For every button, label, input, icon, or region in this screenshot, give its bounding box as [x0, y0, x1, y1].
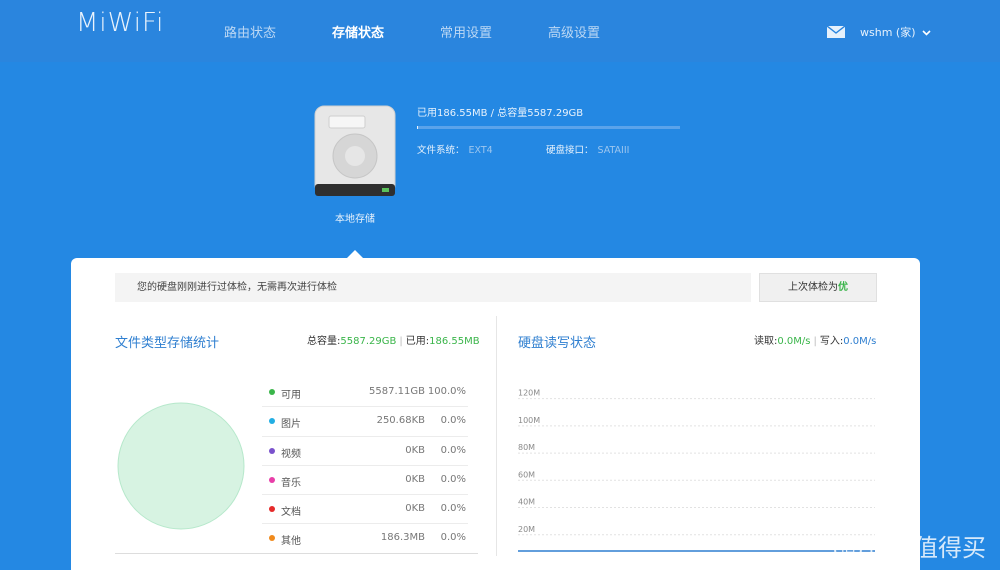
section-divider [115, 553, 478, 554]
rw-speed-chart: 120M 100M 80M 60M 40M 20M [518, 389, 875, 552]
write-speed-label: 写入: [819, 336, 844, 347]
column-divider [496, 316, 497, 556]
user-name: wshm (家) [860, 26, 916, 39]
read-speed-value: 0.0M/s [777, 336, 811, 347]
table-row: 音乐 0KB 0.0% [262, 466, 468, 496]
legend-dot [269, 389, 275, 395]
disk-usage-fill [417, 126, 419, 129]
total-capacity-label: 总容量: [307, 336, 341, 347]
logo[interactable]: MiWiFi [76, 8, 164, 38]
used-capacity-label: 已用: [405, 336, 430, 347]
rw-status-summary: 读取:0.0M/s | 写入:0.0M/s [754, 336, 877, 347]
chevron-down-icon [922, 30, 931, 36]
user-menu[interactable]: wshm (家) [860, 24, 931, 40]
health-check-notice: 您的硬盘刚刚进行过体检，无需再次进行体检 [115, 273, 751, 302]
nav-advanced-settings[interactable]: 高级设置 [548, 22, 600, 41]
file-type-size: 0KB [405, 503, 425, 515]
file-type-size: 186.3MB [380, 532, 425, 544]
y-tick-label: 120M [518, 389, 540, 398]
disk-usage-text: 已用186.55MB / 总容量5587.29GB [417, 108, 584, 119]
file-type-size: 5587.11GB [369, 386, 425, 397]
y-tick-label: 100M [518, 416, 540, 425]
y-tick-label: 60M [518, 470, 535, 479]
file-type-percent: 0.0% [440, 473, 466, 485]
pie-slice-available [117, 402, 245, 530]
file-type-name: 可用 [281, 390, 301, 401]
read-speed-label: 读取: [754, 336, 778, 347]
file-stats-title: 文件类型存储统计 [115, 336, 220, 351]
disk-interface-label: 硬盘接口： [546, 145, 594, 156]
disk-interface-info: 硬盘接口： SATAIII [546, 142, 629, 156]
file-type-table: 可用 5587.11GB 100.0% 图片 250.68KB 0.0% 视频 0KB 0.… [262, 378, 468, 554]
file-type-percent: 0.0% [440, 503, 466, 515]
rw-status-title: 硬盘读写状态 [518, 336, 597, 351]
file-type-percent: 0.0% [440, 444, 466, 456]
legend-dot [269, 535, 275, 542]
file-type-size: 0KB [405, 444, 425, 456]
file-type-name: 图片 [281, 419, 301, 431]
nav-storage-status[interactable]: 存储状态 [332, 22, 384, 41]
top-bar: MiWiFi 路由状态 存储状态 常用设置 高级设置 wshm (家) [0, 0, 1000, 62]
hard-disk-icon [314, 105, 396, 196]
disk-usage-bar [417, 126, 680, 129]
file-type-name: 音乐 [281, 477, 301, 489]
filesystem-value: EXT4 [468, 145, 493, 156]
y-tick-label: 80M [518, 443, 535, 452]
table-row: 文档 0KB 0.0% [262, 495, 468, 525]
file-type-percent: 0.0% [440, 415, 466, 427]
legend-dot [269, 447, 275, 454]
watermark: 值什么值得买 [834, 528, 986, 563]
table-row: 其他 186.3MB 0.0% [262, 524, 468, 553]
storage-card: 您的硬盘刚刚进行过体检，无需再次进行体检 上次体检为优 文件类型存储统计 总容量… [71, 258, 920, 570]
file-type-name: 视频 [281, 448, 301, 460]
filesystem-info: 文件系统： EXT4 [417, 142, 493, 156]
watermark-text: 什么值得买 [866, 534, 986, 562]
file-type-size: 0KB [405, 473, 425, 485]
health-check-button[interactable]: 上次体检为优 [759, 273, 877, 302]
disk-interface-value: SATAIII [597, 145, 630, 156]
y-tick-label: 40M [518, 498, 535, 507]
table-row: 可用 5587.11GB 100.0% [262, 378, 468, 408]
file-type-percent: 0.0% [440, 532, 466, 544]
file-type-pie-chart [117, 402, 245, 530]
legend-dot [269, 506, 275, 513]
table-row: 图片 250.68KB 0.0% [262, 407, 468, 437]
legend-dot [269, 476, 275, 483]
legend-dot [269, 418, 275, 425]
disk-caption: 本地存储 [335, 214, 375, 225]
total-capacity-value: 5587.29GB [340, 336, 397, 347]
file-type-name: 其他 [281, 536, 301, 548]
main-nav: 路由状态 存储状态 常用设置 高级设置 [224, 22, 656, 41]
file-stats-summary: 总容量:5587.29GB | 已用:186.55MB [307, 336, 480, 347]
used-capacity-value: 186.55MB [429, 336, 480, 347]
file-type-size: 250.68KB [376, 415, 425, 427]
file-type-name: 文档 [281, 507, 301, 519]
table-row: 视频 0KB 0.0% [262, 437, 468, 466]
health-check-prefix: 上次体检为 [788, 282, 838, 293]
write-speed-value: 0.0M/s [843, 336, 877, 347]
filesystem-label: 文件系统： [417, 145, 465, 156]
nav-router-status[interactable]: 路由状态 [224, 22, 276, 41]
watermark-badge: 值 [834, 535, 862, 563]
file-type-percent: 100.0% [427, 386, 466, 397]
health-check-result: 优 [838, 282, 848, 293]
mail-icon[interactable] [827, 26, 845, 38]
y-tick-label: 20M [518, 525, 535, 534]
nav-common-settings[interactable]: 常用设置 [440, 22, 492, 41]
